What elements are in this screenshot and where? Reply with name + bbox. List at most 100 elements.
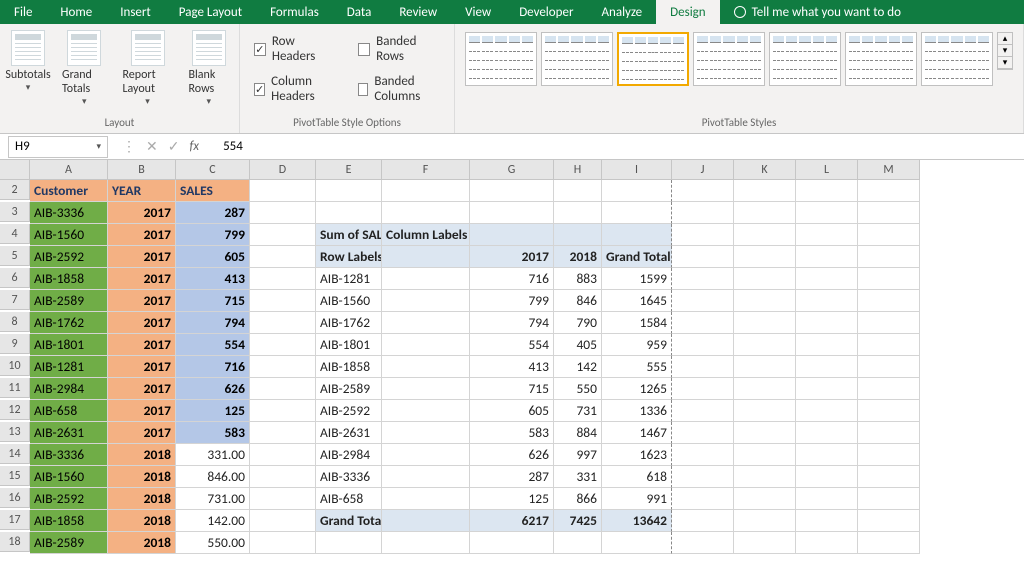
tab-view[interactable]: View — [451, 0, 505, 24]
cell[interactable] — [382, 356, 470, 378]
cell[interactable] — [250, 312, 316, 334]
cell[interactable] — [858, 290, 920, 312]
cell[interactable] — [796, 246, 858, 268]
cell[interactable]: 125 — [176, 400, 250, 422]
cell[interactable]: 2017 — [108, 224, 176, 246]
cell[interactable] — [382, 312, 470, 334]
cell[interactable] — [672, 378, 734, 400]
cell[interactable]: 2017 — [108, 202, 176, 224]
tab-data[interactable]: Data — [333, 0, 386, 24]
cell[interactable] — [672, 510, 734, 532]
cell[interactable]: 554 — [470, 334, 554, 356]
cell[interactable]: AIB-1560 — [316, 290, 382, 312]
row-header-4[interactable]: 4 — [0, 224, 30, 244]
scroll-up-icon[interactable]: ▴ — [998, 33, 1012, 45]
style-swatch[interactable] — [769, 32, 841, 86]
row-header-2[interactable]: 2 — [0, 180, 30, 200]
cell[interactable]: SALES — [176, 180, 250, 202]
cell[interactable] — [858, 224, 920, 246]
cell[interactable] — [470, 202, 554, 224]
cell[interactable] — [250, 532, 316, 554]
cell[interactable] — [734, 268, 796, 290]
cell[interactable]: 715 — [176, 290, 250, 312]
col-header-A[interactable]: A — [30, 160, 108, 180]
row-header-15[interactable]: 15 — [0, 466, 30, 486]
cell[interactable] — [858, 510, 920, 532]
cell[interactable] — [672, 224, 734, 246]
cell[interactable]: 554 — [176, 334, 250, 356]
cell[interactable] — [734, 444, 796, 466]
row-header-12[interactable]: 12 — [0, 400, 30, 420]
cell[interactable]: AIB-3336 — [30, 202, 108, 224]
col-header-F[interactable]: F — [382, 160, 470, 180]
select-all-corner[interactable] — [0, 160, 30, 180]
cell[interactable] — [858, 246, 920, 268]
cell[interactable] — [250, 444, 316, 466]
cell[interactable]: 794 — [176, 312, 250, 334]
cell[interactable] — [858, 312, 920, 334]
cell[interactable]: 731 — [554, 400, 602, 422]
cell[interactable] — [796, 334, 858, 356]
cell[interactable]: 799 — [176, 224, 250, 246]
cell[interactable] — [250, 400, 316, 422]
cell[interactable] — [470, 180, 554, 202]
tab-formulas[interactable]: Formulas — [256, 0, 333, 24]
cell[interactable]: 2017 — [108, 312, 176, 334]
cell[interactable] — [250, 422, 316, 444]
cell[interactable] — [250, 224, 316, 246]
cell[interactable] — [672, 290, 734, 312]
cell[interactable]: 550 — [554, 378, 602, 400]
col-header-L[interactable]: L — [796, 160, 858, 180]
col-header-C[interactable]: C — [176, 160, 250, 180]
cell[interactable] — [796, 488, 858, 510]
cell[interactable] — [382, 488, 470, 510]
col-header-I[interactable]: I — [602, 160, 672, 180]
row-header-3[interactable]: 3 — [0, 202, 30, 222]
cell[interactable]: AIB-1801 — [316, 334, 382, 356]
cell[interactable]: 626 — [470, 444, 554, 466]
cell[interactable] — [602, 224, 672, 246]
tab-analyze[interactable]: Analyze — [587, 0, 656, 24]
cell[interactable]: 959 — [602, 334, 672, 356]
cell[interactable]: 991 — [602, 488, 672, 510]
col-header-G[interactable]: G — [470, 160, 554, 180]
row-headers-checkbox[interactable]: ✓Row Headers — [254, 34, 334, 64]
cell[interactable]: 2018 — [108, 466, 176, 488]
row-header-5[interactable]: 5 — [0, 246, 30, 266]
cell[interactable] — [382, 268, 470, 290]
cell[interactable]: 2017 — [108, 268, 176, 290]
cell[interactable] — [554, 224, 602, 246]
cell[interactable]: 2018 — [554, 246, 602, 268]
cell[interactable]: 583 — [470, 422, 554, 444]
cell[interactable] — [796, 400, 858, 422]
pivot-column-labels[interactable]: Column Labels ▾ — [382, 224, 470, 246]
cell[interactable]: 583 — [176, 422, 250, 444]
cell[interactable]: 866 — [554, 488, 602, 510]
cell[interactable]: Customer — [30, 180, 108, 202]
cell[interactable]: 605 — [176, 246, 250, 268]
cell[interactable] — [470, 532, 554, 554]
cell[interactable] — [858, 268, 920, 290]
cell[interactable]: 605 — [470, 400, 554, 422]
cell[interactable]: AIB-1560 — [30, 466, 108, 488]
cell[interactable]: 2018 — [108, 532, 176, 554]
style-swatch[interactable] — [465, 32, 537, 86]
cell[interactable]: 7425 — [554, 510, 602, 532]
cell[interactable]: 2017 — [108, 422, 176, 444]
cell[interactable]: 331 — [554, 466, 602, 488]
cell[interactable]: AIB-2592 — [30, 488, 108, 510]
cell[interactable] — [250, 268, 316, 290]
row-header-8[interactable]: 8 — [0, 312, 30, 332]
cell[interactable]: 1623 — [602, 444, 672, 466]
cell[interactable] — [796, 290, 858, 312]
cell[interactable]: 142 — [554, 356, 602, 378]
cell[interactable]: AIB-2984 — [30, 378, 108, 400]
cell[interactable] — [858, 466, 920, 488]
cell[interactable]: 1467 — [602, 422, 672, 444]
cancel-icon[interactable]: ✕ — [146, 138, 158, 155]
cell[interactable] — [250, 246, 316, 268]
report-layout-button[interactable]: Report Layout▾ — [118, 28, 176, 109]
cell[interactable]: 716 — [470, 268, 554, 290]
cell[interactable]: AIB-1762 — [30, 312, 108, 334]
cell[interactable] — [382, 334, 470, 356]
